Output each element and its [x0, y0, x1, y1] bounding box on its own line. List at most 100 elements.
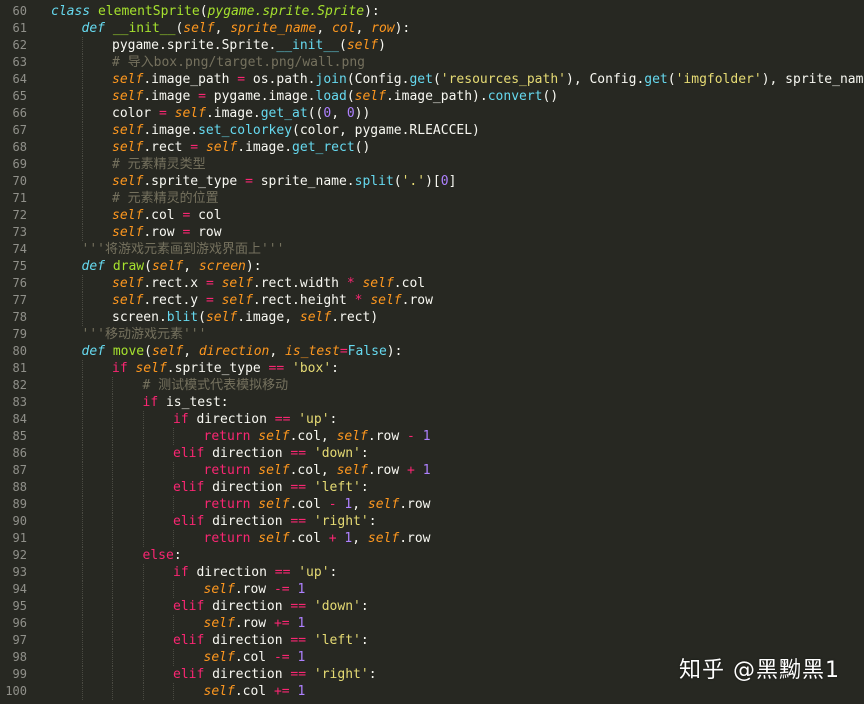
code-token: 'up': [298, 412, 330, 427]
code-line[interactable]: 93 if direction == 'up':: [0, 564, 864, 581]
code-token: (): [354, 140, 371, 155]
indent-guide: [81, 564, 83, 581]
code-token: (: [144, 259, 152, 274]
code-line[interactable]: 90 elif direction == 'right':: [0, 513, 864, 530]
code-token: self: [346, 38, 379, 53]
code-text: # 导入box.png/target.png/wall.png: [112, 54, 365, 71]
code-line[interactable]: 91 return self.col + 1, self.row: [0, 530, 864, 547]
code-line[interactable]: 76 self.rect.x = self.rect.width * self.c…: [0, 275, 864, 292]
indent-guide: [112, 666, 113, 683]
code-line[interactable]: 80 def move(self, direction, is_test=Fals…: [0, 343, 864, 360]
code-line[interactable]: 100 self.col += 1: [0, 683, 864, 700]
code-token: direction: [204, 667, 291, 682]
code-text: self.sprite_type = sprite_name.split('.'…: [112, 173, 456, 190]
code-line[interactable]: 87 return self.col, self.row + 1: [0, 462, 864, 479]
code-text: elif direction == 'left':: [173, 479, 369, 496]
line-number: 65: [12, 89, 27, 103]
code-line[interactable]: 95 elif direction == 'down':: [0, 598, 864, 615]
code-token: return: [203, 463, 251, 478]
code-line[interactable]: 84 if direction == 'up':: [0, 411, 864, 428]
code-token: if: [142, 395, 159, 410]
code-line[interactable]: 64 self.image_path = os.path.join(Config.…: [0, 71, 864, 88]
code-token: .rect: [143, 140, 191, 155]
indent-guide: [112, 394, 113, 411]
code-token: if: [112, 361, 128, 376]
code-token: convert: [487, 89, 543, 104]
code-line[interactable]: 89 return self.col - 1, self.row: [0, 496, 864, 513]
code-token: :: [360, 480, 369, 495]
code-token: elementSprite: [97, 4, 200, 19]
indent-guide: [81, 360, 83, 377]
code-line[interactable]: 75 def draw(self, screen):: [0, 258, 864, 275]
line-number: 62: [12, 38, 27, 52]
code-token: .col: [393, 276, 426, 291]
code-line[interactable]: 73 self.row = row: [0, 224, 864, 241]
code-line[interactable]: 94 self.row -= 1: [0, 581, 864, 598]
code-token: sprite_name: [230, 21, 317, 36]
code-line[interactable]: 83 if is_test:: [0, 394, 864, 411]
code-token: 1: [297, 616, 306, 631]
code-token: if: [173, 565, 189, 580]
code-line[interactable]: 69 # 元素精灵类型: [0, 156, 864, 173]
code-text: # 元素精灵的位置: [112, 190, 219, 207]
code-token: -: [328, 497, 337, 512]
code-token: screen.: [112, 310, 167, 325]
code-line[interactable]: 79 '''移动游戏元素''': [0, 326, 864, 343]
code-token: 1: [297, 650, 306, 665]
code-editor[interactable]: 60 class elementSprite(pygame.sprite.Spri…: [0, 0, 864, 704]
code-line[interactable]: 72 self.col = col: [0, 207, 864, 224]
code-token: self: [112, 225, 144, 240]
code-token: os.path.: [245, 72, 316, 87]
code-token: .image: [143, 89, 199, 104]
code-token: (): [542, 89, 559, 104]
code-line[interactable]: 67 self.image.set_colorkey(color, pygame.…: [0, 122, 864, 139]
code-line[interactable]: 78 screen.blit(self.image, self.rect): [0, 309, 864, 326]
code-line[interactable]: 61 def __init__(self, sprite_name, col, r…: [0, 20, 864, 37]
code-line[interactable]: 85 return self.col, self.row - 1: [0, 428, 864, 445]
code-token: .sprite_type: [143, 174, 246, 189]
code-line[interactable]: 88 elif direction == 'left':: [0, 479, 864, 496]
code-token: __init__: [112, 21, 176, 36]
code-token: 0: [323, 106, 332, 121]
code-token: self: [299, 310, 332, 325]
code-token: +=: [273, 684, 290, 699]
code-token: elif: [173, 514, 205, 529]
indent-guide: [81, 37, 83, 54]
indent-guide: [142, 462, 144, 479]
indent-guide: [142, 598, 144, 615]
code-token: self: [112, 208, 144, 223]
code-line[interactable]: 81 if self.sprite_type == 'box':: [0, 360, 864, 377]
code-line[interactable]: 77 self.rect.y = self.rect.height * self.…: [0, 292, 864, 309]
code-line[interactable]: 97 elif direction == 'left':: [0, 632, 864, 649]
indent-guide: [112, 377, 113, 394]
code-line[interactable]: 63 # 导入box.png/target.png/wall.png: [0, 54, 864, 71]
code-line[interactable]: 82 # 测试模式代表模拟移动: [0, 377, 864, 394]
line-number: 94: [12, 582, 27, 596]
code-token: ==: [274, 565, 291, 580]
code-line[interactable]: 66 color = self.image.get_at((0, 0)): [0, 105, 864, 122]
code-line[interactable]: 60 class elementSprite(pygame.sprite.Spri…: [0, 3, 864, 20]
code-token: def: [81, 21, 105, 36]
code-line[interactable]: 71 # 元素精灵的位置: [0, 190, 864, 207]
code-line[interactable]: 65 self.image = pygame.image.load(self.im…: [0, 88, 864, 105]
code-token: self: [205, 310, 238, 325]
indent-guide: [173, 649, 174, 666]
code-token: :: [360, 446, 369, 461]
code-line[interactable]: 62 pygame.sprite.Sprite.__init__(self): [0, 37, 864, 54]
code-line[interactable]: 96 self.row += 1: [0, 615, 864, 632]
indent-guide: [81, 615, 83, 632]
code-token: '''将游戏元素画到游戏界面上''': [81, 242, 285, 257]
code-token: # 导入box.png/target.png/wall.png: [112, 55, 365, 70]
code-token: -: [407, 429, 415, 444]
code-token: self: [258, 429, 290, 444]
code-token: :: [368, 667, 377, 682]
line-number: 92: [12, 548, 27, 562]
code-line[interactable]: 70 self.sprite_type = sprite_name.split('…: [0, 173, 864, 190]
code-line[interactable]: 68 self.rect = self.image.get_rect(): [0, 139, 864, 156]
code-line[interactable]: 74 '''将游戏元素画到游戏界面上''': [0, 241, 864, 258]
code-line[interactable]: 86 elif direction == 'down':: [0, 445, 864, 462]
code-line[interactable]: 92 else:: [0, 547, 864, 564]
indent-guide: [142, 513, 144, 530]
code-text: self.rect.x = self.rect.width * self.col: [112, 275, 425, 292]
